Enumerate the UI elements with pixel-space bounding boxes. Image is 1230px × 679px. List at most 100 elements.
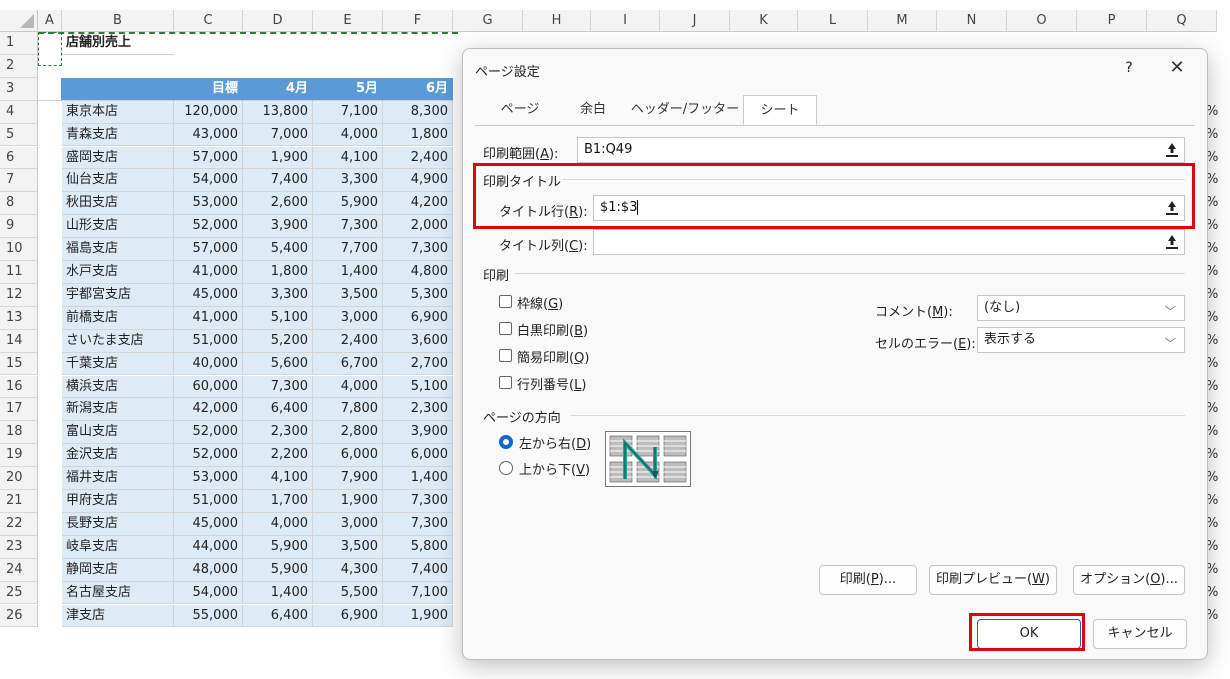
- value-cell[interactable]: 7,000: [243, 123, 313, 147]
- help-button[interactable]: ?: [1119, 57, 1139, 79]
- header-cell[interactable]: 4月: [243, 77, 313, 101]
- value-cell[interactable]: 7,300: [383, 238, 453, 261]
- print-button[interactable]: 印刷(P)...: [819, 565, 917, 595]
- store-name-cell[interactable]: 千葉支店: [62, 352, 174, 376]
- top-to-bottom-radio[interactable]: [499, 461, 513, 475]
- value-cell[interactable]: 2,300: [243, 421, 313, 445]
- value-cell[interactable]: 13,800: [243, 100, 313, 124]
- value-cell[interactable]: 2,400: [313, 329, 383, 353]
- value-cell[interactable]: 42,000: [174, 398, 243, 422]
- value-cell[interactable]: 48,000: [174, 558, 243, 582]
- value-cell[interactable]: 5,100: [383, 375, 453, 399]
- value-cell[interactable]: 5,600: [243, 352, 313, 376]
- header-cell[interactable]: 目標: [174, 77, 243, 101]
- store-name-cell[interactable]: 盛岡支店: [62, 146, 174, 170]
- value-cell[interactable]: 5,500: [313, 581, 383, 605]
- store-name-cell[interactable]: 水戸支店: [62, 261, 174, 284]
- value-cell[interactable]: 51,000: [174, 329, 243, 353]
- value-cell[interactable]: 5,200: [243, 329, 313, 353]
- column-header-g[interactable]: G: [453, 10, 523, 32]
- column-header-k[interactable]: K: [730, 10, 798, 32]
- value-cell[interactable]: 41,000: [174, 261, 243, 284]
- value-cell[interactable]: 6,900: [313, 604, 383, 628]
- value-cell[interactable]: 4,000: [313, 375, 383, 399]
- value-cell[interactable]: 1,700: [243, 490, 313, 513]
- value-cell[interactable]: 4,900: [383, 169, 453, 193]
- value-cell[interactable]: 53,000: [174, 467, 243, 490]
- value-cell[interactable]: 7,300: [313, 215, 383, 239]
- column-header-d[interactable]: D: [243, 10, 313, 32]
- value-cell[interactable]: 5,100: [243, 306, 313, 330]
- tab-sheet[interactable]: シート: [743, 95, 817, 125]
- row-header-20[interactable]: 20: [0, 467, 38, 490]
- value-cell[interactable]: 6,000: [383, 444, 453, 468]
- print-preview-button[interactable]: 印刷プレビュー(W): [929, 565, 1057, 595]
- value-cell[interactable]: 6,700: [313, 352, 383, 376]
- row-header-21[interactable]: 21: [0, 490, 38, 513]
- row-header-17[interactable]: 17: [0, 398, 38, 422]
- value-cell[interactable]: 2,400: [383, 146, 453, 170]
- row-header-14[interactable]: 14: [0, 329, 38, 353]
- value-cell[interactable]: 54,000: [174, 169, 243, 193]
- store-name-cell[interactable]: 新潟支店: [62, 398, 174, 422]
- store-name-cell[interactable]: 静岡支店: [62, 558, 174, 582]
- header-cell[interactable]: [62, 77, 174, 101]
- value-cell[interactable]: 3,500: [313, 535, 383, 559]
- store-name-cell[interactable]: 金沢支店: [62, 444, 174, 468]
- value-cell[interactable]: 1,900: [243, 146, 313, 170]
- value-cell[interactable]: 60,000: [174, 375, 243, 399]
- value-cell[interactable]: 2,000: [383, 215, 453, 239]
- column-header-o[interactable]: O: [1007, 10, 1077, 32]
- row-col-headings-checkbox[interactable]: [499, 376, 512, 389]
- column-header-f[interactable]: F: [383, 10, 453, 32]
- row-header-1[interactable]: 1: [0, 32, 38, 55]
- store-name-cell[interactable]: 名古屋支店: [62, 581, 174, 605]
- store-name-cell[interactable]: 秋田支店: [62, 192, 174, 216]
- row-header-11[interactable]: 11: [0, 261, 38, 284]
- value-cell[interactable]: 3,600: [383, 329, 453, 353]
- row-header-15[interactable]: 15: [0, 352, 38, 376]
- column-header-n[interactable]: N: [937, 10, 1007, 32]
- store-name-cell[interactable]: 長野支店: [62, 512, 174, 536]
- value-cell[interactable]: 7,900: [313, 467, 383, 490]
- row-header-16[interactable]: 16: [0, 375, 38, 399]
- value-cell[interactable]: 7,300: [243, 375, 313, 399]
- header-cell[interactable]: 6月: [383, 77, 453, 101]
- value-cell[interactable]: 4,000: [243, 512, 313, 536]
- value-cell[interactable]: 1,400: [313, 261, 383, 284]
- value-cell[interactable]: 3,900: [243, 215, 313, 239]
- column-header-l[interactable]: L: [798, 10, 868, 32]
- store-name-cell[interactable]: 青森支店: [62, 123, 174, 147]
- store-name-cell[interactable]: 甲府支店: [62, 490, 174, 513]
- store-name-cell[interactable]: 富山支店: [62, 421, 174, 445]
- row-header-7[interactable]: 7: [0, 169, 38, 193]
- column-header-e[interactable]: E: [313, 10, 383, 32]
- value-cell[interactable]: 7,100: [313, 100, 383, 124]
- column-header-i[interactable]: I: [591, 10, 660, 32]
- value-cell[interactable]: 1,800: [383, 123, 453, 147]
- value-cell[interactable]: 2,300: [383, 398, 453, 422]
- cancel-button[interactable]: キャンセル: [1093, 619, 1187, 649]
- value-cell[interactable]: 7,300: [383, 512, 453, 536]
- store-name-cell[interactable]: 東京本店: [62, 100, 174, 124]
- column-header-a[interactable]: A: [38, 10, 62, 32]
- value-cell[interactable]: 2,600: [243, 192, 313, 216]
- row-header-18[interactable]: 18: [0, 421, 38, 445]
- value-cell[interactable]: 7,800: [313, 398, 383, 422]
- value-cell[interactable]: 6,000: [313, 444, 383, 468]
- value-cell[interactable]: 1,900: [313, 490, 383, 513]
- column-header-c[interactable]: C: [174, 10, 243, 32]
- row-header-13[interactable]: 13: [0, 306, 38, 330]
- tab-page[interactable]: ページ: [487, 95, 553, 125]
- value-cell[interactable]: 53,000: [174, 192, 243, 216]
- value-cell[interactable]: 3,500: [313, 283, 383, 307]
- value-cell[interactable]: 1,400: [243, 581, 313, 605]
- value-cell[interactable]: 1,400: [383, 467, 453, 490]
- value-cell[interactable]: 5,900: [243, 535, 313, 559]
- value-cell[interactable]: 44,000: [174, 535, 243, 559]
- value-cell[interactable]: 3,300: [313, 169, 383, 193]
- row-header-3[interactable]: 3: [0, 77, 38, 101]
- value-cell[interactable]: 5,400: [243, 238, 313, 261]
- value-cell[interactable]: 1,800: [243, 261, 313, 284]
- black-white-checkbox[interactable]: [499, 322, 512, 335]
